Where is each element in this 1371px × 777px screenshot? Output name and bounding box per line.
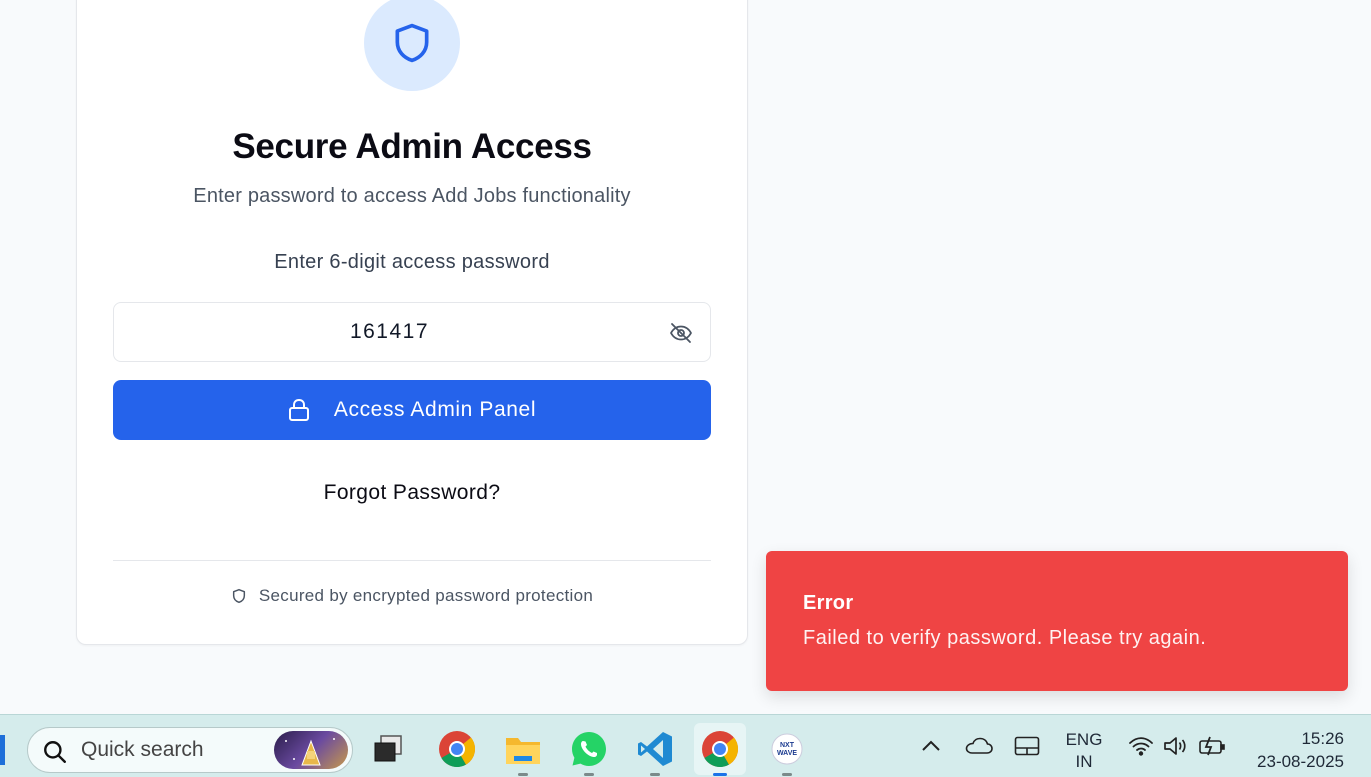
battery-tray-button[interactable] — [1196, 729, 1228, 763]
region-code: IN — [1075, 752, 1093, 771]
password-input[interactable] — [114, 303, 710, 361]
cloud-icon — [965, 737, 993, 754]
start-button[interactable] — [0, 735, 5, 765]
taskbar-app-whatsapp[interactable] — [563, 723, 615, 776]
app-active-indicator — [713, 773, 727, 776]
security-note-text: Secured by encrypted password protection — [258, 586, 594, 605]
touchpad-tray-button[interactable] — [1010, 729, 1044, 763]
search-highlight-image — [274, 731, 348, 769]
vscode-icon — [638, 732, 672, 766]
wifi-tray-button[interactable] — [1125, 729, 1157, 763]
shield-badge — [364, 0, 460, 91]
clock-date: 23-08-2025 — [1257, 752, 1344, 771]
admin-access-card: Secure Admin Access Enter password to ac… — [76, 0, 748, 645]
taskbar-search[interactable] — [27, 727, 353, 773]
touchpad-icon — [1014, 736, 1040, 756]
page-subtitle: Enter password to access Add Jobs functi… — [193, 185, 631, 207]
task-view-button[interactable] — [362, 723, 414, 775]
taskbar-app-chrome-active[interactable] — [694, 723, 746, 776]
small-shield-icon — [232, 588, 245, 604]
shield-icon — [395, 23, 429, 63]
search-input[interactable] — [81, 728, 281, 772]
search-icon — [44, 741, 66, 763]
password-label: Enter 6-digit access password — [274, 251, 550, 273]
folder-icon — [506, 738, 540, 764]
svg-text:NXT: NXT — [780, 742, 795, 749]
toggle-visibility-button[interactable] — [668, 321, 694, 345]
wifi-icon — [1129, 737, 1153, 756]
taskbar-app-vscode[interactable] — [629, 723, 681, 776]
speaker-icon — [1164, 737, 1186, 755]
access-admin-panel-button[interactable]: Access Admin Panel — [113, 380, 711, 440]
taskbar: NXT WAVE ENG IN 15:26 — [0, 714, 1371, 777]
toast-message: Failed to verify password. Please try ag… — [803, 627, 1207, 649]
taskbar-app-nxtwave[interactable]: NXT WAVE — [761, 723, 813, 776]
app-running-indicator — [584, 773, 594, 776]
clock-time: 15:26 — [1301, 729, 1344, 748]
forgot-password-link[interactable]: Forgot Password? — [77, 481, 747, 505]
page-title: Secure Admin Access — [232, 127, 592, 166]
taskbar-app-chrome[interactable] — [431, 723, 483, 775]
volume-tray-button[interactable] — [1160, 729, 1192, 763]
eye-off-icon — [670, 323, 692, 343]
lock-icon — [288, 398, 309, 421]
app-running-indicator — [518, 773, 528, 776]
divider — [113, 560, 711, 561]
whatsapp-icon — [572, 732, 606, 766]
input-language-indicator[interactable]: ENG IN — [1060, 729, 1108, 773]
system-clock[interactable]: 15:26 23-08-2025 — [1240, 727, 1344, 773]
task-view-icon — [374, 735, 402, 762]
chevron-up-icon — [922, 740, 940, 751]
app-running-indicator — [650, 773, 660, 776]
chrome-icon — [439, 731, 476, 768]
onedrive-tray-button[interactable] — [962, 729, 996, 763]
battery-charging-icon — [1199, 736, 1225, 756]
password-field[interactable] — [113, 302, 711, 362]
error-toast[interactable]: Error Failed to verify password. Please … — [766, 551, 1348, 691]
svg-text:WAVE: WAVE — [777, 750, 797, 757]
nxtwave-icon: NXT WAVE — [771, 733, 803, 765]
taskbar-app-file-explorer[interactable] — [497, 723, 549, 776]
app-running-indicator — [782, 773, 792, 776]
language-code: ENG — [1065, 730, 1103, 749]
show-hidden-icons-button[interactable] — [915, 729, 947, 763]
security-note: Secured by encrypted password protection — [77, 586, 747, 606]
toast-title: Error — [803, 592, 854, 614]
chrome-icon — [702, 731, 739, 768]
access-button-label: Access Admin Panel — [333, 398, 537, 421]
